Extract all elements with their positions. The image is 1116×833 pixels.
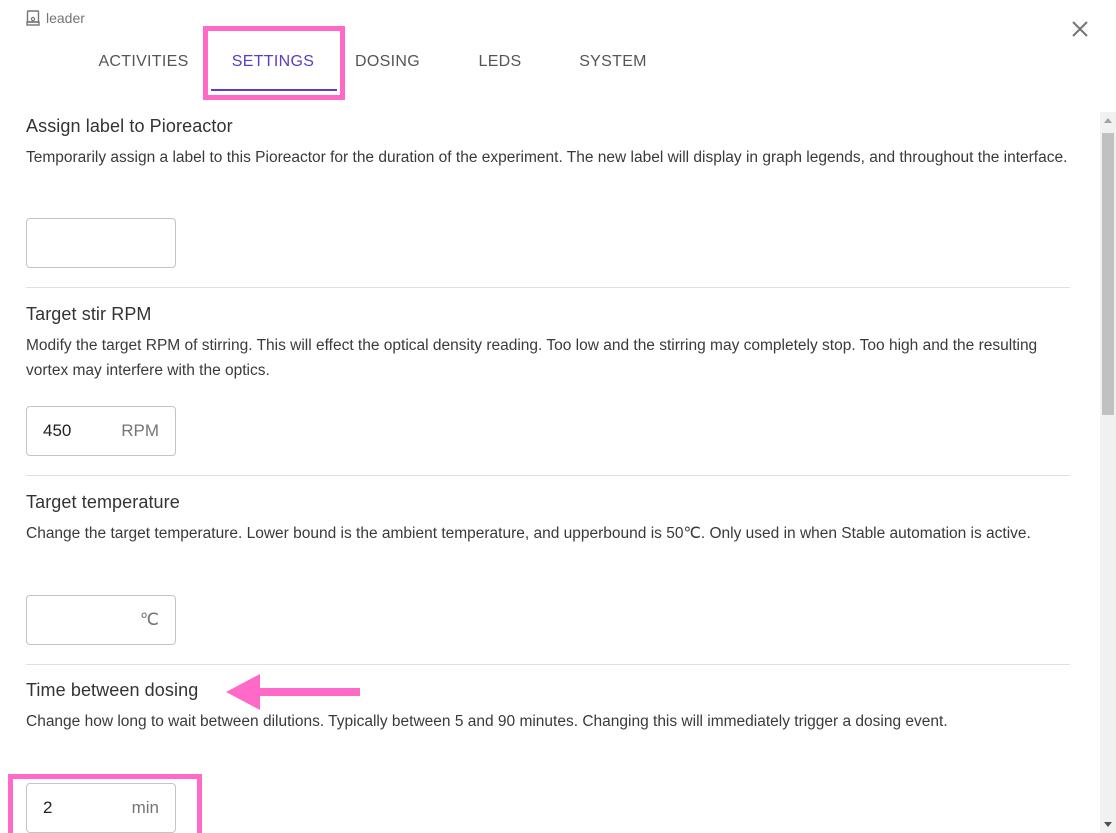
label-section-description: Temporarily assign a label to this Piore… <box>26 149 1068 166</box>
temperature-section-description: Change the target temperature. Lower bou… <box>26 525 1031 542</box>
scroll-up-icon[interactable] <box>1104 118 1112 123</box>
stir-section-title: Target stir RPM <box>26 304 152 324</box>
label-section-title: Assign label to Pioreactor <box>26 116 233 136</box>
unit-header: leader <box>26 10 85 26</box>
temperature-input[interactable]: ℃ <box>26 595 176 645</box>
pioreactor-icon <box>26 10 40 26</box>
rpm-unit: RPM <box>121 421 159 440</box>
settings-panel: Assign label to Pioreactor Temporarily a… <box>0 112 1100 833</box>
label-section: Assign label to Pioreactor Temporarily a… <box>26 116 1070 170</box>
dosing-section: Time between dosing Change how long to w… <box>26 680 1070 734</box>
divider <box>26 664 1070 665</box>
dosing-input-highlight <box>8 774 202 833</box>
temperature-field[interactable] <box>43 610 132 630</box>
stir-section: Target stir RPM Modify the target RPM of… <box>26 304 1070 383</box>
scrollbar-thumb[interactable] <box>1102 133 1114 415</box>
divider <box>26 287 1070 288</box>
tab-dosing[interactable]: DOSING <box>337 38 438 86</box>
settings-tab-highlight <box>203 26 345 100</box>
dosing-section-description: Change how long to wait between dilution… <box>26 713 948 730</box>
dosing-section-title: Time between dosing <box>26 680 199 700</box>
divider <box>26 475 1070 476</box>
scroll-down-icon[interactable] <box>1104 822 1112 827</box>
stir-rpm-input[interactable]: RPM <box>26 406 176 456</box>
unit-name: leader <box>46 10 85 26</box>
tab-activities[interactable]: ACTIVITIES <box>78 38 209 86</box>
tab-leds[interactable]: LEDS <box>438 38 562 86</box>
celsius-unit: ℃ <box>139 610 159 629</box>
annotation-arrow-icon <box>226 674 360 710</box>
close-icon[interactable] <box>1068 17 1092 41</box>
temperature-section: Target temperature Change the target tem… <box>26 492 1070 546</box>
tab-bar: ACTIVITIES SETTINGS DOSING LEDS SYSTEM <box>78 38 664 90</box>
tab-system[interactable]: SYSTEM <box>562 38 664 86</box>
stir-rpm-field[interactable] <box>43 421 114 441</box>
stir-section-description: Modify the target RPM of stirring. This … <box>26 337 1038 379</box>
label-input[interactable] <box>26 218 176 268</box>
temperature-section-title: Target temperature <box>26 492 180 512</box>
label-input-field[interactable] <box>43 233 159 253</box>
